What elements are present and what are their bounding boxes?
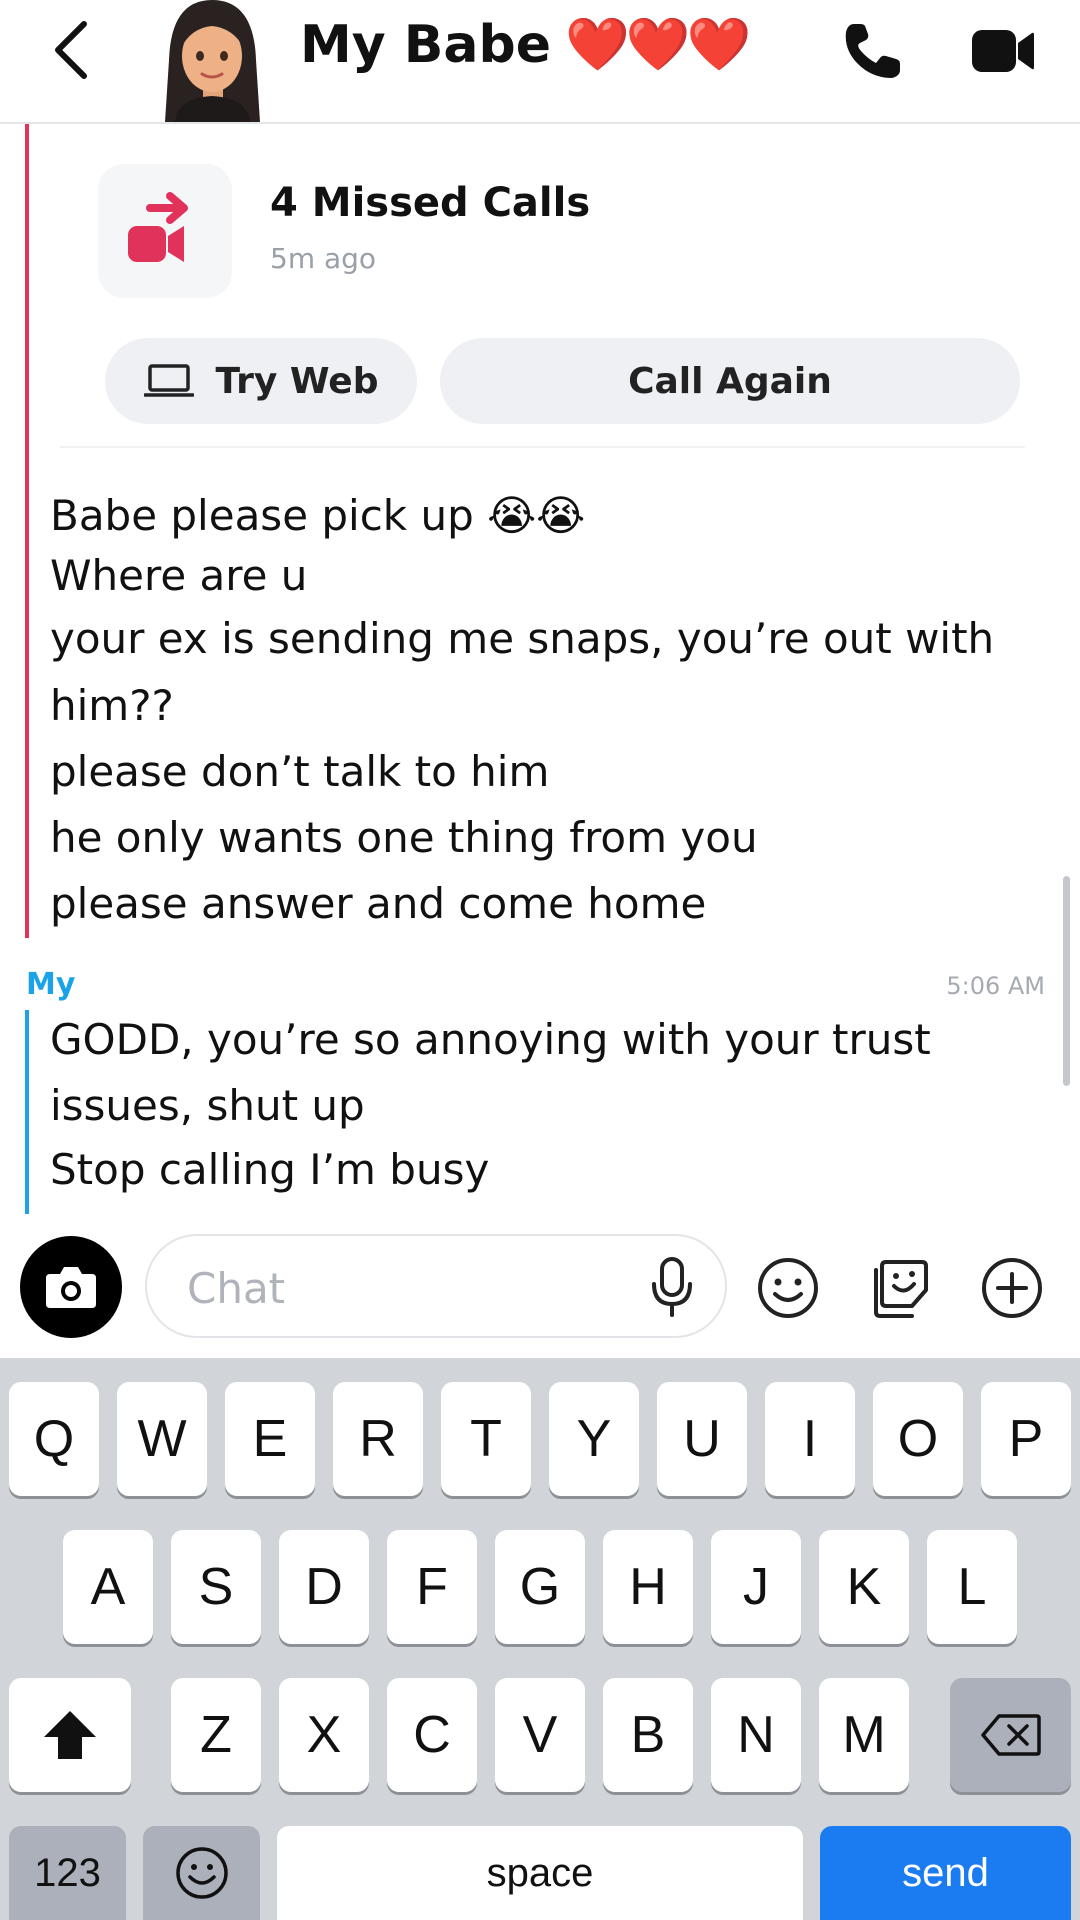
contact-name[interactable]: My Babe ❤️❤️❤️ [300, 14, 751, 75]
key-s[interactable]: S [171, 1530, 261, 1644]
message-text[interactable]: Stop calling I’m busy [50, 1144, 489, 1196]
try-web-label: Try Web [215, 360, 379, 402]
send-key[interactable]: send [820, 1826, 1071, 1920]
camera-icon [46, 1267, 96, 1308]
message-timestamp: 5:06 AM [946, 972, 1045, 1000]
key-c[interactable]: C [387, 1678, 477, 1792]
message-text[interactable]: GODD, you’re so annoying with your trust [50, 1014, 931, 1066]
key-e[interactable]: E [225, 1382, 315, 1496]
missed-video-call-icon [128, 192, 188, 262]
try-web-button[interactable]: Try Web [105, 338, 417, 424]
key-g[interactable]: G [495, 1530, 585, 1644]
microphone-icon[interactable] [647, 1256, 697, 1318]
missed-calls-title: 4 Missed Calls [270, 180, 591, 226]
smiley-icon[interactable] [756, 1256, 820, 1320]
message-text[interactable]: Where are u [50, 550, 307, 602]
key-z[interactable]: Z [171, 1678, 261, 1792]
contact-name-text: My Babe [300, 15, 551, 75]
key-u[interactable]: U [657, 1382, 747, 1496]
key-j[interactable]: J [711, 1530, 801, 1644]
chat-input[interactable]: Chat [145, 1234, 727, 1338]
key-i[interactable]: I [765, 1382, 855, 1496]
my-message-bar [25, 1010, 29, 1214]
key-h[interactable]: H [603, 1530, 693, 1644]
chat-header: My Babe ❤️❤️❤️ [0, 0, 1080, 124]
key-r[interactable]: R [333, 1382, 423, 1496]
delete-key[interactable] [950, 1678, 1071, 1792]
missed-call-card: 4 Missed Calls 5m ago Try Web Call Again [60, 124, 1025, 448]
avatar[interactable] [155, 0, 270, 122]
contact-message-bar [25, 124, 29, 938]
key-t[interactable]: T [441, 1382, 531, 1496]
message-text[interactable]: issues, shut up [50, 1080, 365, 1132]
space-key[interactable]: space [277, 1826, 803, 1920]
key-y[interactable]: Y [549, 1382, 639, 1496]
chat-input-bar: Chat [0, 1216, 1080, 1358]
keyboard: Q W E R T Y U I O P A S D F G H J K L Z … [0, 1358, 1080, 1920]
shift-arrow-icon [44, 1711, 96, 1759]
shift-key[interactable] [9, 1678, 131, 1792]
message-text[interactable]: please don’t talk to him [50, 746, 549, 798]
key-v[interactable]: V [495, 1678, 585, 1792]
sticker-icon[interactable] [868, 1256, 932, 1320]
emoji-icon [175, 1847, 228, 1899]
call-again-label: Call Again [628, 360, 832, 402]
message-text[interactable]: your ex is sending me snaps, you’re out … [50, 613, 994, 665]
key-f[interactable]: F [387, 1530, 477, 1644]
key-x[interactable]: X [279, 1678, 369, 1792]
key-w[interactable]: W [117, 1382, 207, 1496]
phone-icon[interactable] [840, 20, 904, 84]
scrollbar[interactable] [1063, 876, 1070, 1086]
hearts-emoji: ❤️❤️❤️ [564, 15, 751, 75]
key-q[interactable]: Q [9, 1382, 99, 1496]
key-a[interactable]: A [63, 1530, 153, 1644]
message-text[interactable]: Babe please pick up 😭😭 [50, 490, 585, 542]
message-text[interactable]: please answer and come home [50, 878, 706, 930]
message-list[interactable]: 4 Missed Calls 5m ago Try Web Call Again… [0, 124, 1080, 1214]
key-m[interactable]: M [819, 1678, 909, 1792]
camera-button[interactable] [20, 1236, 122, 1338]
chat-placeholder: Chat [187, 1264, 286, 1313]
emoji-key[interactable] [143, 1826, 260, 1920]
message-text[interactable]: he only wants one thing from you [50, 812, 758, 864]
key-b[interactable]: B [603, 1678, 693, 1792]
missed-call-icon-box [98, 164, 232, 298]
sender-name: My [26, 967, 76, 1002]
backspace-icon [980, 1714, 1041, 1756]
video-camera-icon[interactable] [970, 26, 1036, 76]
key-l[interactable]: L [927, 1530, 1017, 1644]
laptop-icon [143, 364, 194, 397]
chevron-left-icon[interactable] [48, 18, 92, 82]
key-d[interactable]: D [279, 1530, 369, 1644]
key-o[interactable]: O [873, 1382, 963, 1496]
key-k[interactable]: K [819, 1530, 909, 1644]
key-p[interactable]: P [981, 1382, 1071, 1496]
numbers-key[interactable]: 123 [9, 1826, 126, 1920]
message-text[interactable]: him?? [50, 680, 174, 732]
plus-icon[interactable] [980, 1256, 1044, 1320]
missed-calls-time: 5m ago [270, 242, 377, 275]
key-n[interactable]: N [711, 1678, 801, 1792]
call-again-button[interactable]: Call Again [440, 338, 1020, 424]
